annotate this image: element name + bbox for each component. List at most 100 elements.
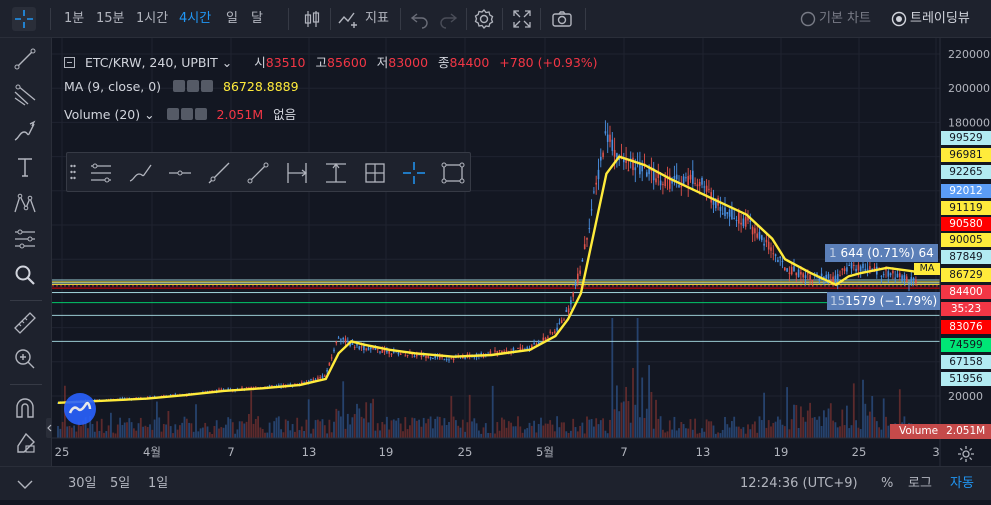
close-icon[interactable] bbox=[194, 108, 207, 120]
tradingview-logo[interactable] bbox=[64, 393, 96, 425]
candle-body bbox=[811, 279, 814, 282]
volume-bar bbox=[448, 422, 450, 438]
volume-bar bbox=[556, 416, 558, 438]
magnet-icon[interactable] bbox=[12, 396, 38, 422]
volume-bar bbox=[530, 425, 533, 438]
brush-tool-icon[interactable] bbox=[12, 118, 38, 144]
ma-label[interactable]: MA (9, close, 0) bbox=[64, 79, 161, 94]
price-range-icon[interactable] bbox=[320, 157, 352, 189]
candle-body bbox=[774, 254, 777, 256]
volume-bar bbox=[96, 421, 98, 438]
interval-15m[interactable]: 15분 bbox=[96, 0, 125, 38]
trend-line-tool-icon[interactable] bbox=[12, 46, 38, 72]
volume-bar bbox=[528, 422, 531, 438]
interval-1h[interactable]: 1시간 bbox=[136, 0, 168, 38]
date-range-icon[interactable] bbox=[281, 157, 313, 189]
pitchfork-tool-icon[interactable] bbox=[12, 82, 38, 108]
volume-bar bbox=[565, 431, 568, 438]
interval-day[interactable]: 일 bbox=[226, 0, 238, 38]
volume-bar bbox=[620, 402, 623, 438]
price-tag: 90005 bbox=[941, 233, 991, 247]
crosshair-icon[interactable] bbox=[12, 7, 36, 31]
volume-bar bbox=[264, 432, 266, 438]
rectangle-tool-icon[interactable] bbox=[437, 157, 469, 189]
range-30d[interactable]: 30일 bbox=[68, 467, 97, 501]
volume-bar bbox=[70, 427, 73, 438]
brush-icon[interactable] bbox=[125, 157, 157, 189]
volume-bar bbox=[783, 426, 786, 438]
volume-bar bbox=[719, 433, 722, 438]
volume-bar bbox=[698, 432, 701, 438]
undo-icon[interactable] bbox=[408, 7, 432, 31]
volume-bar bbox=[834, 422, 837, 438]
candle-body bbox=[416, 354, 418, 357]
zoom-in-icon[interactable] bbox=[12, 346, 38, 372]
fib-retracement-icon[interactable] bbox=[85, 157, 117, 189]
volume-bar bbox=[204, 422, 207, 438]
drag-handle-icon[interactable] bbox=[70, 163, 76, 181]
clock-readout[interactable]: 12:24:36 (UTC+9) bbox=[740, 467, 858, 501]
prediction-tool-icon[interactable] bbox=[12, 226, 38, 252]
volume-bar bbox=[335, 408, 338, 438]
text-tool-icon[interactable] bbox=[12, 154, 38, 180]
auto-toggle[interactable]: 자동 bbox=[950, 467, 974, 501]
volume-bar bbox=[103, 432, 105, 438]
volume-legend: Volume (20) ⌄ 2.051M 없음 bbox=[64, 104, 296, 123]
chevron-down-icon[interactable]: ⌄ bbox=[218, 55, 232, 70]
volume-label[interactable]: Volume (20) bbox=[64, 107, 140, 122]
date-price-range-icon[interactable] bbox=[359, 157, 391, 189]
basic-chart-radio-icon[interactable] bbox=[796, 7, 820, 31]
interval-4h[interactable]: 4시간 bbox=[179, 0, 211, 38]
collapse-legend-icon[interactable] bbox=[64, 57, 75, 68]
range-5d[interactable]: 5일 bbox=[110, 467, 130, 501]
volume-bar bbox=[632, 367, 634, 438]
indicators-icon[interactable] bbox=[336, 7, 360, 31]
volume-bar bbox=[521, 432, 524, 438]
crosshair-tool-icon[interactable] bbox=[398, 157, 430, 189]
volume-bar bbox=[878, 427, 880, 438]
zoom-search-icon[interactable] bbox=[12, 262, 38, 288]
tradingview-radio-icon[interactable] bbox=[887, 7, 911, 31]
candle-body bbox=[680, 185, 683, 188]
volume-bar bbox=[862, 379, 864, 438]
eye-icon[interactable] bbox=[173, 80, 186, 92]
volume-bar bbox=[848, 428, 851, 438]
chevron-down-icon[interactable]: ⌄ bbox=[140, 107, 154, 122]
pattern-tool-icon[interactable] bbox=[12, 190, 38, 216]
candle-body bbox=[360, 346, 363, 348]
volume-bar bbox=[510, 422, 512, 438]
volume-bar bbox=[588, 419, 591, 438]
volume-bar bbox=[558, 427, 561, 438]
log-toggle[interactable]: 로그 bbox=[908, 467, 932, 501]
trend-line-icon[interactable] bbox=[242, 157, 274, 189]
volume-bar bbox=[514, 426, 517, 438]
ruler-measure-icon[interactable] bbox=[12, 310, 38, 336]
candle-body bbox=[554, 331, 556, 333]
close-icon[interactable] bbox=[201, 80, 214, 92]
volume-bar bbox=[192, 431, 195, 438]
horizontal-line-icon[interactable] bbox=[164, 157, 196, 189]
settings-gear-icon[interactable] bbox=[472, 7, 496, 31]
volume-bar bbox=[305, 419, 308, 438]
basic-chart-label[interactable]: 기본 차트 bbox=[819, 0, 871, 38]
scale-settings-gear-icon[interactable] bbox=[956, 444, 976, 464]
camera-screenshot-icon[interactable] bbox=[550, 7, 574, 31]
redo-icon[interactable] bbox=[436, 7, 460, 31]
range-1d[interactable]: 1일 bbox=[148, 467, 168, 501]
lock-drawing-icon[interactable] bbox=[12, 430, 38, 456]
percent-toggle[interactable]: % bbox=[881, 467, 893, 501]
eye-icon[interactable] bbox=[166, 108, 179, 120]
fullscreen-icon[interactable] bbox=[510, 7, 534, 31]
ray-line-icon[interactable] bbox=[203, 157, 235, 189]
interval-month[interactable]: 달 bbox=[251, 0, 263, 38]
indicators-label[interactable]: 지표 bbox=[365, 0, 389, 38]
tradingview-label[interactable]: 트레이딩뷰 bbox=[910, 0, 970, 38]
settings-gear-icon[interactable] bbox=[180, 108, 193, 120]
interval-1m[interactable]: 1분 bbox=[64, 0, 84, 38]
volume-bar bbox=[144, 425, 147, 438]
volume-bar bbox=[685, 428, 687, 438]
volume-bar bbox=[365, 402, 368, 438]
candle-style-icon[interactable] bbox=[300, 7, 324, 31]
symbol-name[interactable]: ETC/KRW, 240, UPBIT bbox=[85, 55, 218, 70]
settings-gear-icon[interactable] bbox=[187, 80, 200, 92]
